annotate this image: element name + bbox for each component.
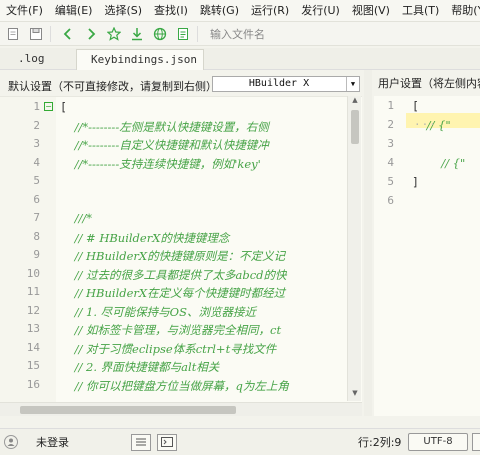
user-icon[interactable] (4, 435, 18, 449)
status-bar: 未登录 行:2列:9 UTF-8 (0, 428, 480, 455)
line-number: 5 (33, 174, 40, 187)
menu-item[interactable]: 视图(V) (346, 0, 396, 21)
scrollbar-thumb[interactable] (351, 110, 359, 144)
user-keybindings-editor[interactable]: 1[2 // {" 3 4 // {" 5] 6 ··· (374, 96, 480, 416)
scroll-up-icon[interactable]: ▲ (348, 96, 362, 108)
default-keybindings-editor[interactable]: 1−[2 //*--------左侧是默认快捷键设置，右侧 3 //*------… (0, 96, 362, 416)
panel-divider[interactable] (364, 70, 372, 416)
favorite-icon[interactable] (104, 24, 124, 44)
code-line[interactable]: // 对于习惯eclipse体系ctrl+t寻找文件 (60, 341, 277, 357)
scroll-down-icon[interactable]: ▼ (348, 389, 362, 401)
cursor-position[interactable]: 行:2列:9 (358, 434, 401, 450)
toolbar-separator (50, 25, 51, 42)
menu-item[interactable]: 查找(I) (148, 0, 194, 21)
menu-item[interactable]: 跳转(G) (194, 0, 245, 21)
code-line[interactable]: // 2. 界面快捷键都与alt相关 (60, 359, 220, 375)
code-line[interactable]: // {" (412, 156, 465, 170)
line-number: 3 (387, 137, 394, 150)
line-number: 6 (387, 194, 394, 207)
menu-item[interactable]: 帮助(Y) (445, 0, 480, 21)
line-number: 13 (26, 322, 40, 335)
code-line[interactable]: //*--------自定义快捷键和默认快捷键冲 (60, 137, 269, 153)
code-line[interactable]: // HBuilderX在定义每个快捷键时都经过 (60, 285, 286, 301)
document-icon[interactable] (173, 24, 193, 44)
toolbar: 输入文件名 (0, 22, 480, 46)
code-line[interactable]: // # HBuilderX的快捷键理念 (60, 230, 230, 246)
fold-toggle-icon[interactable]: − (44, 102, 53, 111)
status-more-button[interactable] (472, 433, 480, 451)
line-number: 14 (26, 340, 40, 354)
menu-item[interactable]: 选择(S) (98, 0, 148, 21)
menu-bar: 文件(F) 编辑(E) 选择(S) 查找(I) 跳转(G) 运行(R) 发行(U) 视图(V)… (0, 0, 480, 22)
terminal-icon[interactable] (157, 433, 177, 451)
scrollbar-thumb[interactable] (20, 406, 236, 414)
browser-icon[interactable] (150, 24, 170, 44)
toolbar-separator (197, 25, 198, 42)
code-line[interactable]: // 你可以把键盘方位当做屏幕，q为左上角 (60, 378, 289, 394)
code-line[interactable]: ///* (60, 211, 92, 225)
chevron-down-icon[interactable]: ▼ (346, 77, 359, 91)
file-search-input[interactable]: 输入文件名 (210, 26, 265, 42)
line-number: 8 (33, 229, 40, 243)
menu-item[interactable]: 文件(F) (0, 0, 49, 21)
tab-keybindings[interactable]: Keybindings.json (76, 49, 204, 70)
line-number: 1 (33, 100, 40, 113)
code-line[interactable]: //*--------左侧是默认快捷键设置，右侧 (60, 119, 269, 135)
encoding-button[interactable]: UTF-8 (408, 433, 468, 451)
left-horizontal-scrollbar[interactable] (0, 402, 362, 416)
line-number: 4 (387, 156, 394, 169)
code-line[interactable]: ] (412, 175, 419, 189)
line-number: 2 (33, 118, 40, 132)
indent-guide: ··· (414, 118, 437, 131)
login-status[interactable]: 未登录 (36, 434, 69, 450)
line-number: 2 (387, 118, 394, 131)
menu-item[interactable]: 编辑(E) (49, 0, 99, 21)
line-number: 11 (26, 285, 40, 298)
line-number: 15 (26, 359, 40, 372)
back-icon[interactable] (58, 24, 78, 44)
menu-item[interactable]: 工具(T) (396, 0, 445, 21)
editor-tab-bar: .log Keybindings.json (0, 48, 480, 70)
line-number: 16 (26, 377, 40, 391)
line-number: 9 (33, 248, 40, 261)
menu-item[interactable]: 运行(R) (245, 0, 295, 21)
line-number: 7 (33, 211, 40, 224)
new-file-icon[interactable] (3, 24, 23, 44)
code-line[interactable]: // 1. 尽可能保持与OS、浏览器接近 (60, 304, 256, 320)
keymap-scheme-select[interactable]: HBuilder X ▼ (212, 76, 360, 92)
tab-log[interactable]: .log (4, 49, 72, 70)
line-number: 6 (33, 192, 40, 206)
line-number: 4 (33, 155, 40, 169)
line-number: 5 (387, 175, 394, 188)
code-line[interactable]: // 过去的很多工具都提供了太多abcd的快 (60, 267, 287, 283)
download-icon[interactable] (127, 24, 147, 44)
code-line[interactable]: [ (412, 99, 419, 113)
line-number: 10 (26, 266, 40, 280)
code-line[interactable]: // HBuilderX的快捷键原则是：不定义记 (60, 248, 286, 264)
list-view-icon[interactable] (131, 433, 151, 451)
save-icon[interactable] (26, 24, 46, 44)
line-number: 1 (387, 99, 394, 112)
line-number: 3 (33, 137, 40, 150)
keymap-scheme-value: HBuilder X (248, 78, 310, 89)
forward-icon[interactable] (81, 24, 101, 44)
menu-item[interactable]: 发行(U) (295, 0, 346, 21)
line-number: 12 (26, 303, 40, 317)
code-line[interactable]: // 如标签卡管理，与浏览器完全相同，ct (60, 322, 281, 338)
user-settings-label: 用户设置（将左侧内容 (378, 77, 480, 90)
default-settings-label: 默认设置（不可直接修改，请复制到右侧） (8, 80, 217, 93)
left-vertical-scrollbar[interactable]: ▲ ▼ (347, 96, 361, 401)
code-line[interactable]: //*--------支持连续快捷键，例如'key' (60, 156, 261, 172)
code-line[interactable]: [ (60, 100, 67, 114)
